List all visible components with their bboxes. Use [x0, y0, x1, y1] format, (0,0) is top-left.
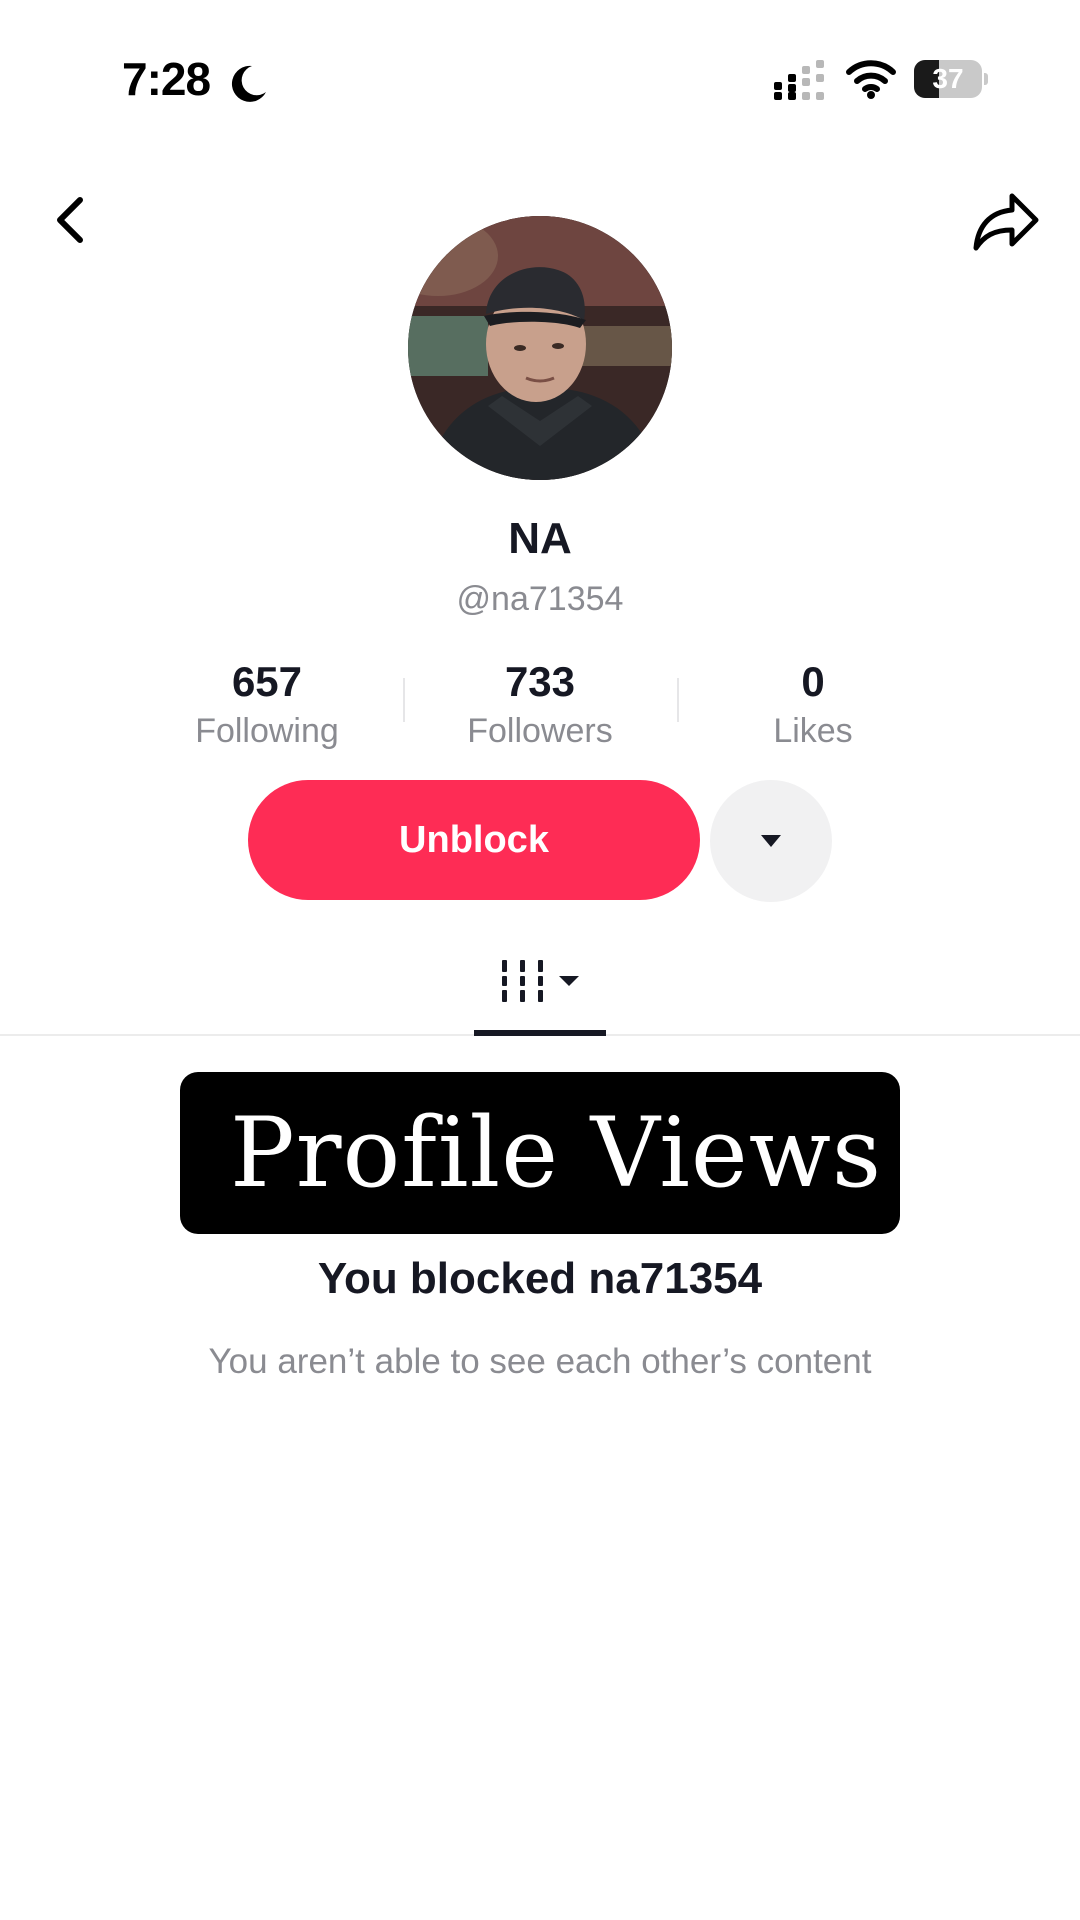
stat-value: 733	[504, 658, 576, 705]
caret-down-icon	[761, 835, 781, 847]
profile-stats: 657 Following 733 Followers 0 Likes	[130, 656, 950, 756]
stat-label: Followers	[467, 712, 613, 750]
stat-following[interactable]: 657 Following	[130, 656, 404, 752]
blocked-title: You blocked na71354	[317, 1254, 763, 1303]
username: @na71354	[456, 580, 624, 618]
battery-body: 37	[914, 60, 982, 98]
more-options-button[interactable]	[710, 780, 832, 902]
profile-screen: 7:28 37 NA @na71354 657 Following 733 Fo…	[0, 0, 1080, 1920]
battery-percent: 37	[932, 63, 964, 94]
stat-label: Likes	[773, 712, 853, 750]
unblock-button[interactable]: Unblock	[248, 780, 700, 900]
share-icon[interactable]	[972, 190, 1040, 252]
blocked-subtitle: You aren’t able to see each other’s cont…	[208, 1342, 872, 1381]
grid-filter-icon	[502, 960, 579, 1002]
battery-icon: 37	[914, 60, 988, 98]
status-bar: 7:28 37	[0, 0, 1080, 160]
overlay-text: Profile Views	[230, 1097, 883, 1209]
wifi-icon	[846, 60, 896, 99]
signal-icon	[774, 60, 824, 100]
back-icon[interactable]	[44, 192, 100, 248]
stat-label: Following	[195, 712, 339, 750]
stat-value: 0	[801, 658, 825, 705]
stat-followers[interactable]: 733 Followers	[403, 656, 677, 752]
moon-icon	[231, 65, 266, 102]
stat-value: 657	[231, 658, 303, 705]
status-time: 7:28	[122, 53, 211, 105]
avatar[interactable]	[408, 216, 672, 480]
display-name: NA	[508, 514, 572, 563]
stat-likes[interactable]: 0 Likes	[676, 656, 950, 752]
overlay-banner: Profile Views	[180, 1072, 900, 1234]
tab-videos[interactable]	[474, 950, 606, 1036]
tab-active-indicator	[474, 1030, 606, 1036]
battery-tip	[984, 73, 988, 85]
avatar-image	[408, 216, 672, 480]
